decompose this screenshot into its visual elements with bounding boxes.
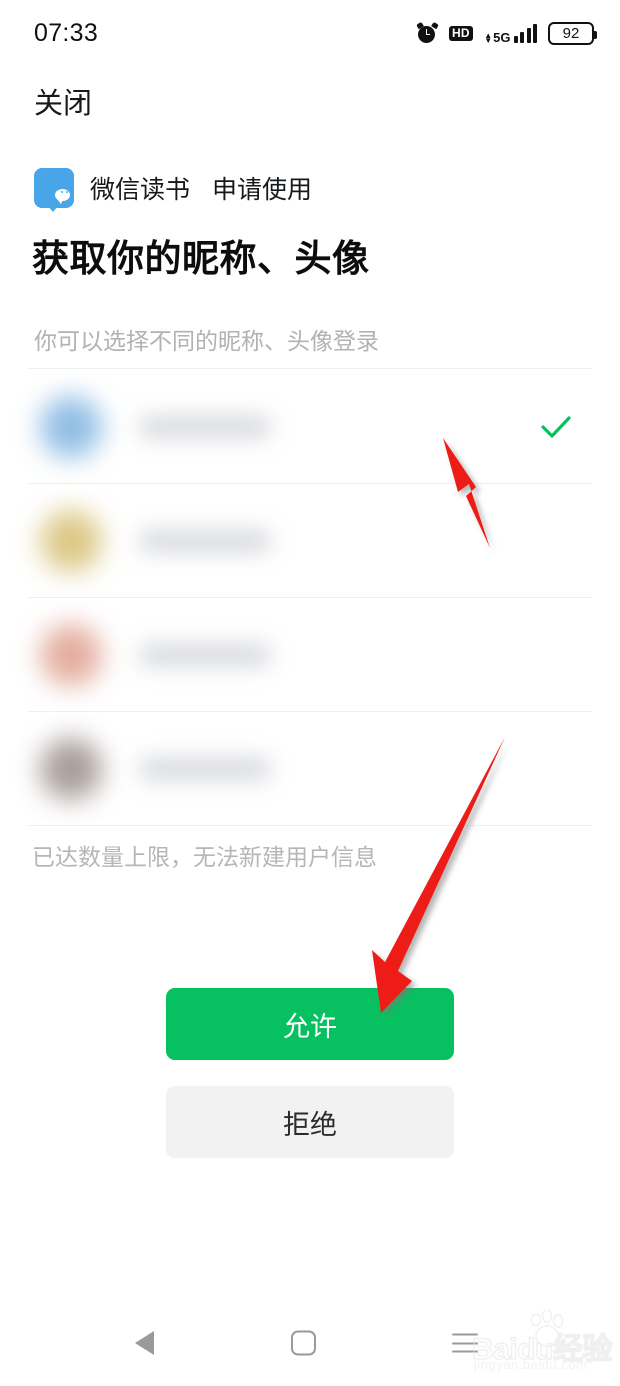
system-navigation-bar bbox=[0, 1300, 620, 1386]
account-row[interactable] bbox=[28, 484, 592, 598]
signal-bars-icon bbox=[513, 23, 537, 43]
account-nickname bbox=[140, 757, 270, 780]
status-bar: 07:33 HD ▲ ▼ 5G 92 bbox=[0, 0, 620, 66]
account-row[interactable] bbox=[28, 598, 592, 712]
menu-hamburger-icon[interactable] bbox=[452, 1333, 478, 1353]
avatar bbox=[40, 395, 102, 458]
battery-icon: 92 bbox=[548, 21, 597, 45]
app-request-row: 微信读书 申请使用 bbox=[34, 168, 313, 212]
app-action-label: 申请使用 bbox=[212, 176, 313, 204]
battery-level: 92 bbox=[562, 24, 580, 42]
limit-hint-text: 已达数量上限，无法新建用户信息 bbox=[32, 844, 377, 870]
app-name-label: 微信读书 bbox=[90, 176, 191, 204]
phone-screen: 07:33 HD ▲ ▼ 5G 92 关闭 微信读书 申请使用 获取你的昵称、头… bbox=[0, 0, 620, 1386]
avatar bbox=[40, 509, 102, 572]
home-square-icon[interactable] bbox=[291, 1330, 316, 1356]
page-title: 获取你的昵称、头像 bbox=[32, 238, 370, 279]
check-icon bbox=[536, 407, 576, 447]
avatar bbox=[40, 623, 102, 686]
avatar bbox=[40, 737, 102, 800]
reject-button[interactable]: 拒绝 bbox=[166, 1086, 454, 1158]
hd-icon: HD bbox=[448, 25, 474, 41]
wechat-read-app-icon bbox=[34, 168, 74, 212]
status-icon-group: HD ▲ ▼ 5G 92 bbox=[415, 21, 597, 45]
close-button[interactable]: 关闭 bbox=[34, 80, 92, 122]
account-nickname bbox=[140, 415, 270, 438]
account-list bbox=[28, 370, 592, 826]
list-top-divider bbox=[28, 368, 592, 369]
account-nickname bbox=[140, 529, 270, 552]
account-nickname bbox=[140, 643, 270, 666]
status-time: 07:33 bbox=[34, 18, 99, 47]
close-bar: 关闭 bbox=[0, 66, 620, 136]
alarm-clock-icon bbox=[415, 21, 439, 44]
account-row[interactable] bbox=[28, 712, 592, 826]
account-row[interactable] bbox=[28, 370, 592, 484]
network-signal-icon: ▲ ▼ 5G bbox=[484, 23, 537, 45]
allow-button[interactable]: 允许 bbox=[166, 988, 454, 1060]
page-subtitle: 你可以选择不同的昵称、头像登录 bbox=[34, 328, 379, 354]
network-type-label: 5G bbox=[493, 29, 511, 45]
back-triangle-icon[interactable] bbox=[135, 1331, 154, 1355]
